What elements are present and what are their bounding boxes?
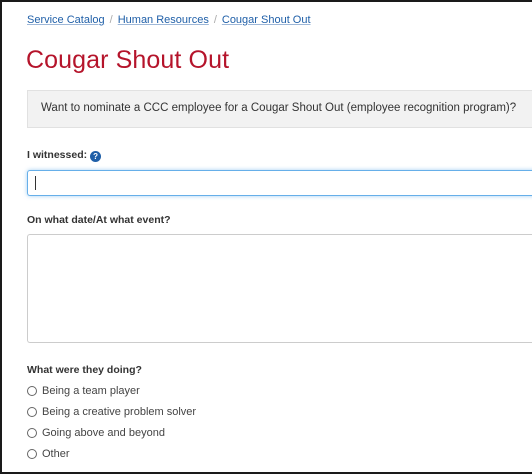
- doing-label: What were they doing?: [27, 364, 142, 376]
- breadcrumb-separator: /: [109, 14, 113, 26]
- radio-option-above-and-beyond[interactable]: Going above and beyond: [27, 424, 196, 442]
- doing-radio-group: Being a team player Being a creative pro…: [27, 382, 196, 466]
- radio-option-label: Being a team player: [42, 385, 140, 397]
- breadcrumb-cougar-shout-out[interactable]: Cougar Shout Out: [222, 14, 311, 26]
- radio-option-label: Being a creative problem solver: [42, 406, 197, 418]
- radio-circle-icon[interactable]: [27, 449, 37, 459]
- radio-option-label: Going above and beyond: [42, 427, 165, 439]
- question-circle-icon[interactable]: ?: [90, 151, 102, 162]
- date-event-textarea[interactable]: [27, 234, 532, 343]
- breadcrumb: Service Catalog / Human Resources / Cougar S…: [27, 14, 311, 26]
- catalog-item-page: Service Catalog / Human Resources / Cougar S…: [0, 0, 532, 474]
- breadcrumb-service-catalog[interactable]: Service Catalog: [27, 14, 105, 26]
- radio-circle-icon[interactable]: [27, 407, 37, 417]
- radio-circle-icon[interactable]: [27, 386, 37, 396]
- radio-option-other[interactable]: Other: [27, 445, 196, 463]
- text-cursor: [35, 176, 36, 190]
- radio-option-team-player[interactable]: Being a team player: [27, 382, 196, 400]
- page-title: Cougar Shout Out: [26, 46, 230, 74]
- intro-info-box: Want to nominate a CCC employee for a Co…: [27, 90, 532, 128]
- radio-circle-icon[interactable]: [27, 428, 37, 438]
- witnessed-label: I witnessed:?: [27, 149, 102, 162]
- date-event-label: On what date/At what event?: [27, 214, 171, 226]
- radio-option-label: Other: [42, 448, 70, 460]
- witnessed-label-text: I witnessed:: [27, 149, 88, 161]
- witnessed-input[interactable]: [27, 170, 532, 196]
- breadcrumb-separator: /: [213, 14, 217, 26]
- radio-option-creative-problem-solver[interactable]: Being a creative problem solver: [27, 403, 196, 421]
- breadcrumb-human-resources[interactable]: Human Resources: [118, 14, 209, 26]
